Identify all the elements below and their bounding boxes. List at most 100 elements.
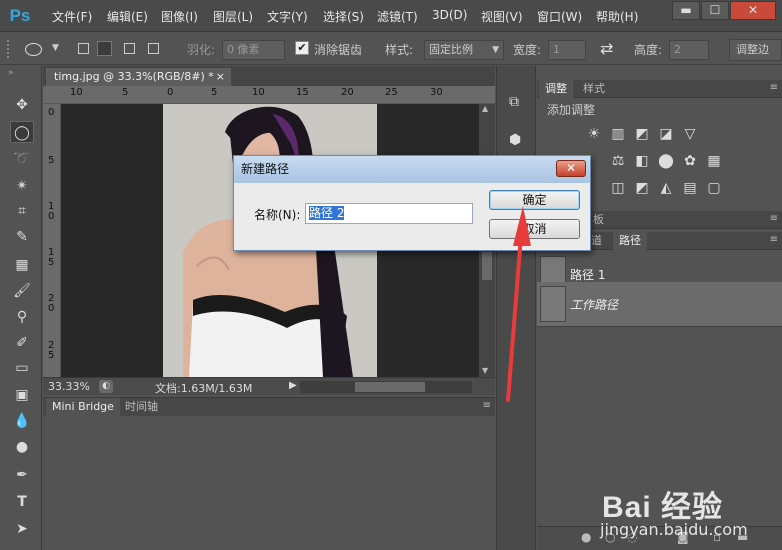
color-balance-icon[interactable]: ⚖ (609, 153, 627, 169)
antialias-checkbox[interactable]: ✔ (295, 41, 309, 55)
zoom-level[interactable]: 33.33% (48, 380, 90, 393)
menu-type[interactable]: 文字(Y) (267, 8, 308, 25)
curves-icon[interactable]: ◩ (633, 126, 651, 142)
menu-window[interactable]: 窗口(W) (537, 8, 582, 25)
eyedropper-tool-icon[interactable]: ✎ (10, 226, 34, 248)
path-selection-tool-icon[interactable]: ➤ (10, 518, 34, 540)
chevron-down-icon: ▼ (492, 45, 499, 55)
fill-path-icon[interactable]: ● (581, 530, 591, 544)
threshold-icon[interactable]: ◭ (657, 180, 675, 196)
type-tool-icon[interactable]: T (10, 491, 34, 513)
posterize-icon[interactable]: ◩ (633, 180, 651, 196)
tab-timeline[interactable]: 时间轴 (119, 398, 164, 416)
tool-preset-arrow-icon[interactable]: ▼ (52, 43, 59, 53)
panel-menu-icon[interactable]: ≡ (770, 213, 778, 224)
menu-view[interactable]: 视图(V) (481, 8, 523, 25)
levels-icon[interactable]: ▥ (609, 126, 627, 142)
menu-filter[interactable]: 滤镜(T) (377, 8, 418, 25)
panel-menu-icon[interactable]: ≡ (770, 234, 778, 245)
gradient-tool-icon[interactable]: ▣ (10, 384, 34, 406)
eraser-tool-icon[interactable]: ▭ (10, 357, 34, 379)
scroll-thumb[interactable] (482, 252, 492, 280)
menu-3d[interactable]: 3D(D) (432, 8, 467, 22)
color-lookup-icon[interactable]: ▦ (705, 153, 723, 169)
add-selection-icon[interactable] (97, 41, 112, 56)
close-tab-icon[interactable]: × (216, 68, 225, 85)
channel-mixer-icon[interactable]: ✿ (681, 153, 699, 169)
ellipse-marquee-tool-icon[interactable]: ◯ (10, 121, 34, 143)
lasso-tool-icon[interactable]: ➰ (10, 148, 34, 170)
move-tool-icon[interactable]: ✥ (10, 94, 34, 116)
maximize-button[interactable]: ☐ (701, 1, 729, 20)
tab-styles[interactable]: 样式 (577, 80, 611, 98)
history-brush-tool-icon[interactable]: ✐ (10, 332, 34, 354)
dodge-tool-icon[interactable]: ● (10, 436, 34, 458)
invert-icon[interactable]: ◫ (609, 180, 627, 196)
path-row-selected[interactable]: 工作路径 (537, 282, 782, 327)
swap-dimensions-icon[interactable]: ⇄ (600, 39, 613, 58)
new-path-dialog: 新建路径 ✕ 名称(N): 路径 2 确定 取消 (233, 155, 591, 251)
path-name-input[interactable]: 路径 2 (305, 203, 473, 224)
cancel-button[interactable]: 取消 (489, 219, 580, 239)
style-select[interactable]: 固定比例 ▼ (424, 40, 504, 60)
panel-menu-icon[interactable]: ≡ (483, 400, 491, 411)
document-tab[interactable]: timg.jpg @ 33.3%(RGB/8#) * × (46, 68, 231, 86)
brightness-icon[interactable]: ☀ (585, 126, 603, 142)
status-menu-arrow-icon[interactable]: ▶ (289, 380, 297, 391)
scroll-thumb[interactable] (355, 382, 425, 392)
status-info-icon[interactable]: ◐ (99, 380, 113, 393)
feather-input[interactable]: 0 像素 (222, 40, 285, 60)
menu-help[interactable]: 帮助(H) (596, 8, 638, 25)
collapse-icon[interactable]: » (8, 68, 14, 78)
ruler-label: 2 0 (48, 293, 55, 314)
tab-mini-bridge[interactable]: Mini Bridge (46, 398, 120, 416)
path-name-value: 路径 2 (309, 206, 345, 220)
scroll-up-icon[interactable]: ▲ (482, 104, 488, 113)
tab-paths[interactable]: 路径 (613, 232, 647, 250)
clone-stamp-tool-icon[interactable]: ⚲ (10, 306, 34, 328)
add-adjustment-label: 添加调整 (547, 103, 596, 117)
new-selection-icon[interactable] (78, 43, 89, 54)
black-white-icon[interactable]: ◧ (633, 153, 651, 169)
dialog-close-button[interactable]: ✕ (556, 160, 586, 177)
ellipse-marquee-icon[interactable] (25, 43, 42, 56)
height-input[interactable]: 2 (669, 40, 709, 60)
baidu-jingyan-watermark: Bai 经验 jingyan.baidu.com (594, 480, 776, 546)
adjustments-tabs: 调整 样式 ≡ (537, 80, 782, 98)
gradient-map-icon[interactable]: ▤ (681, 180, 699, 196)
horizontal-scrollbar[interactable] (300, 381, 472, 393)
close-window-button[interactable]: ✕ (730, 1, 776, 20)
menu-layer[interactable]: 图层(L) (213, 8, 253, 25)
minimize-button[interactable]: ▬ (672, 1, 700, 20)
magic-wand-tool-icon[interactable]: ✴ (10, 175, 34, 197)
ruler-label: 0 (167, 87, 174, 98)
ok-button[interactable]: 确定 (489, 190, 580, 210)
menu-edit[interactable]: 编辑(E) (107, 8, 148, 25)
options-grip (7, 40, 13, 58)
height-label: 高度: (634, 43, 663, 57)
panel-menu-icon[interactable]: ≡ (770, 82, 778, 93)
menu-image[interactable]: 图像(I) (161, 8, 198, 25)
selective-color-icon[interactable]: ▢ (705, 180, 723, 196)
healing-brush-tool-icon[interactable]: ▦ (10, 254, 34, 276)
scroll-down-icon[interactable]: ▼ (482, 366, 488, 375)
width-input[interactable]: 1 (548, 40, 586, 60)
intersect-selection-icon[interactable] (148, 43, 159, 54)
menu-file[interactable]: 文件(F) (52, 8, 92, 25)
blur-tool-icon[interactable]: 💧 (10, 410, 34, 432)
refine-edge-button[interactable]: 调整边 (729, 39, 782, 61)
tab-adjustments[interactable]: 调整 (539, 80, 573, 98)
crop-tool-icon[interactable]: ⌗ (10, 200, 34, 222)
path-name: 工作路径 (570, 298, 619, 312)
brush-tool-icon[interactable]: 🖌 (10, 280, 34, 302)
subtract-selection-icon[interactable] (124, 43, 135, 54)
menu-select[interactable]: 选择(S) (323, 8, 364, 25)
photo-filter-icon[interactable]: ⬤ (657, 153, 675, 169)
ruler-label: 5 (211, 87, 218, 98)
ruler-label: 20 (341, 87, 354, 98)
exposure-icon[interactable]: ◪ (657, 126, 675, 142)
3d-panel-icon[interactable]: ⬢ (509, 132, 521, 148)
pen-tool-icon[interactable]: ✒ (10, 464, 34, 486)
history-panel-icon[interactable]: ⧉ (509, 94, 519, 110)
vibrance-icon[interactable]: ▽ (681, 126, 699, 142)
